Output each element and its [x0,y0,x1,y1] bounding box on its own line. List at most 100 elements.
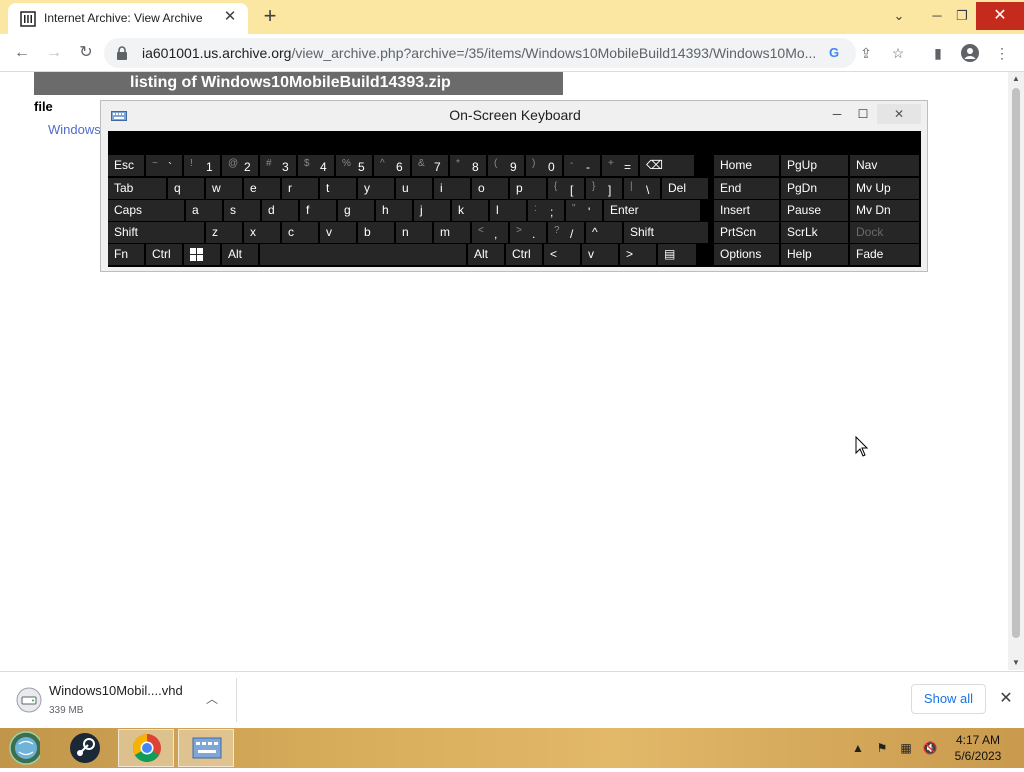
file-link[interactable]: Windows [48,122,101,137]
volume-muted-icon[interactable]: 🔇 [922,740,938,756]
key-symbol[interactable]: | \ [624,178,660,199]
page-scrollbar[interactable]: ▲ ▼ [1008,72,1024,670]
key-symbol[interactable]: ? / [548,222,584,243]
key-menu-icon[interactable]: ▤ [658,244,696,265]
key-ctrl[interactable]: Ctrl [146,244,182,265]
key-shift[interactable]: Shift [108,222,204,243]
key-help[interactable]: Help [781,244,848,265]
forward-arrow-icon[interactable]: → [42,41,66,65]
taskbar-osk[interactable] [178,729,234,767]
network-icon[interactable]: ▦ [898,740,914,756]
key-enter[interactable]: Enter [604,200,700,221]
key-space[interactable] [260,244,466,265]
key-symbol[interactable]: }] [586,178,622,199]
key-alt[interactable]: Alt [468,244,504,265]
key-home[interactable]: Home [714,155,779,176]
taskbar-steam[interactable] [60,729,116,767]
key-scrlk[interactable]: ScrLk [781,222,848,243]
key-w[interactable]: w [206,178,242,199]
key-r[interactable]: r [282,178,318,199]
scroll-down-icon[interactable]: ▼ [1008,656,1024,670]
side-panel-icon[interactable]: ▮ [926,41,950,65]
key-u[interactable]: u [396,178,432,199]
show-all-button[interactable]: Show all [911,684,986,714]
key-symbol[interactable]: < [544,244,580,265]
key-y[interactable]: y [358,178,394,199]
key-e[interactable]: e [244,178,280,199]
key-0[interactable]: ) 0 [526,155,562,176]
key-prtscn[interactable]: PrtScn [714,222,779,243]
key-g[interactable]: g [338,200,374,221]
key-k[interactable]: k [452,200,488,221]
key-b[interactable]: b [358,222,394,243]
key-8[interactable]: * 8 [450,155,486,176]
window-close-button[interactable]: ✕ [976,2,1024,30]
key-mvup[interactable]: Mv Up [850,178,919,199]
key-windows-icon[interactable] [184,244,220,265]
scroll-up-icon[interactable]: ▲ [1008,72,1024,86]
tab-close-icon[interactable]: ✕ [220,7,240,27]
key-m[interactable]: m [434,222,470,243]
key-v[interactable]: v [320,222,356,243]
osk-minimize-button[interactable]: ─ [825,104,849,124]
key-pgdn[interactable]: PgDn [781,178,848,199]
key-mvdn[interactable]: Mv Dn [850,200,919,221]
key-z[interactable]: z [206,222,242,243]
restore-button[interactable]: ❐ [947,2,977,30]
key-i[interactable]: i [434,178,470,199]
key-p[interactable]: p [510,178,546,199]
key-shift[interactable]: Shift [624,222,708,243]
key-ctrl[interactable]: Ctrl [506,244,542,265]
key-o[interactable]: o [472,178,508,199]
key-2[interactable]: @2 [222,155,258,176]
key-fade[interactable]: Fade [850,244,919,265]
download-file-name[interactable]: Windows10Mobil....vhd [49,683,183,698]
key-dock[interactable]: Dock [850,222,919,243]
key-tab[interactable]: Tab [108,178,166,199]
key-symbol[interactable]: :; [528,200,564,221]
key-symbol[interactable]: {[ [548,178,584,199]
key-symbol[interactable]: -- [564,155,600,176]
key-5[interactable]: % 5 [336,155,372,176]
action-center-flag-icon[interactable]: ⚑ [874,740,890,756]
start-button[interactable] [0,729,56,767]
key-9[interactable]: (9 [488,155,524,176]
menu-kebab-icon[interactable]: ⋮ [990,41,1014,65]
key-pgup[interactable]: PgUp [781,155,848,176]
key-h[interactable]: h [376,200,412,221]
osk-maximize-button[interactable]: ☐ [851,104,875,124]
osk-close-button[interactable]: ✕ [877,104,921,124]
key-t[interactable]: t [320,178,356,199]
reload-icon[interactable]: ↻ [74,41,98,65]
tray-expand-icon[interactable]: ▲ [850,740,866,756]
key-d[interactable]: d [262,200,298,221]
key-caps[interactable]: Caps [108,200,184,221]
key-symbol[interactable]: >. [510,222,546,243]
key-symbol[interactable]: ⌫ [640,155,694,176]
key-esc[interactable]: Esc [108,155,144,176]
key-fn[interactable]: Fn [108,244,144,265]
key-x[interactable]: x [244,222,280,243]
key-7[interactable]: & 7 [412,155,448,176]
profile-avatar-icon[interactable] [958,41,982,65]
key-q[interactable]: q [168,178,204,199]
key-symbol[interactable]: > [620,244,656,265]
key-del[interactable]: Del [662,178,708,199]
new-tab-button[interactable]: + [258,5,282,29]
key-v[interactable]: v [582,244,618,265]
chevron-up-icon[interactable]: ︿ [204,690,220,706]
key-l[interactable]: l [490,200,526,221]
key-4[interactable]: $4 [298,155,334,176]
key-a[interactable]: a [186,200,222,221]
key-symbol[interactable]: ^ [586,222,622,243]
key-n[interactable]: n [396,222,432,243]
browser-tab[interactable]: Internet Archive: View Archive ✕ [8,3,248,34]
key-3[interactable]: #3 [260,155,296,176]
key-end[interactable]: End [714,178,779,199]
key-symbol[interactable]: <, [472,222,508,243]
address-bar[interactable]: ia601001.us.archive.org/view_archive.php… [104,38,856,68]
google-translate-icon[interactable]: G [824,43,844,63]
back-arrow-icon[interactable]: ← [10,41,34,65]
taskbar-chrome[interactable] [118,729,174,767]
key-6[interactable]: ^ 6 [374,155,410,176]
